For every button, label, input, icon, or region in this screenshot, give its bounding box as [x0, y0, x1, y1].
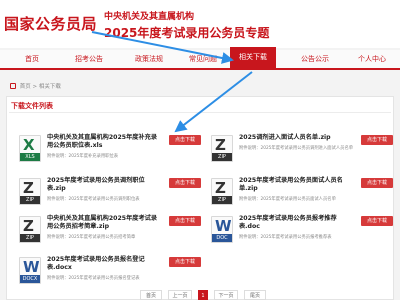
file-name[interactable]: 2025年度考试录用公务员调剂职位表.zip	[47, 177, 159, 193]
file-description: 附件说明：2025年度考试录用公务员招考简章	[47, 235, 136, 240]
nav-item-downloads[interactable]: 相关下载	[230, 47, 276, 68]
breadcrumb-home[interactable]: 首页	[20, 84, 31, 90]
pagination-prev[interactable]: 上一页	[168, 290, 192, 300]
file-item: W DOC 2025年度考试录用公务员报考推荐表.doc 附件说明：2025年度考…	[207, 214, 393, 254]
nav-item-home[interactable]: 首页	[12, 50, 52, 68]
file-description: 附件说明：2025年度考试录用公务员报名登记表	[47, 276, 140, 281]
home-icon	[10, 83, 16, 89]
header-subtitle: 中央机关及其直属机构	[104, 12, 195, 22]
pagination-last[interactable]: 尾页	[244, 290, 266, 300]
file-name[interactable]: 2025年度考试录用公务员报考推荐表.doc	[239, 215, 351, 231]
file-name[interactable]: 2025年度考试录用公务员报名登记表.docx	[47, 256, 159, 272]
download-panel: 下载文件列表 X XLS 中央机关及其直属机构2025年度补充录用公务员职位表.x…	[6, 96, 394, 300]
download-button[interactable]: 点击下载	[169, 135, 201, 145]
main-nav: 首页 招考公告 政策法规 常见问题 相关下载 公告公示 个人中心	[0, 47, 400, 70]
breadcrumb-separator: >	[32, 84, 38, 90]
header-title: 2025年度考试录用公务员专题	[104, 26, 270, 40]
panel-divider	[9, 112, 391, 113]
nav-item-announcements[interactable]: 招考公告	[64, 50, 114, 68]
breadcrumb: 首页 > 相关下载	[10, 82, 61, 90]
file-name[interactable]: 中央机关及其直属机构2025年度补充录用公务员职位表.xls	[47, 134, 159, 150]
zip-file-icon: Z ZIP	[211, 178, 233, 205]
zip-file-icon: Z ZIP	[19, 216, 41, 243]
download-button[interactable]: 点击下载	[361, 178, 393, 188]
download-button[interactable]: 点击下载	[169, 216, 201, 226]
file-name[interactable]: 2025调剂进入面试人员名单.zip	[239, 134, 351, 142]
nav-item-faq[interactable]: 常见问题	[180, 50, 226, 68]
zip-file-icon: Z ZIP	[19, 178, 41, 205]
word-file-icon: W DOCX	[19, 257, 41, 284]
file-name[interactable]: 2025年度考试录用公务员面试人员名单.zip	[239, 177, 351, 193]
file-description: 附件说明：2025年度考试录用公务员报考推荐表	[239, 235, 332, 240]
pagination-next[interactable]: 下一页	[214, 290, 238, 300]
pagination-first[interactable]: 首页	[140, 290, 162, 300]
file-name[interactable]: 中央机关及其直属机构2025年度考试录用公务员招考简章.zip	[47, 215, 159, 231]
zip-file-icon: Z ZIP	[211, 135, 233, 162]
file-item: X XLS 中央机关及其直属机构2025年度补充录用公务员职位表.xls 附件说明…	[15, 133, 201, 173]
nav-item-personal-center[interactable]: 个人中心	[348, 50, 396, 68]
site-header: 国家公务员局 中央机关及其直属机构 2025年度考试录用公务员专题	[0, 0, 400, 48]
file-description: 附件说明：2025年度考试录用公务员调剂职位表	[47, 197, 140, 202]
file-item: Z ZIP 2025年度考试录用公务员面试人员名单.zip 附件说明：2025年度…	[207, 176, 393, 216]
nav-item-notices[interactable]: 公告公示	[290, 50, 340, 68]
pagination-current[interactable]: 1	[198, 290, 208, 300]
word-file-icon: W DOC	[211, 216, 233, 243]
file-description: 附件说明：2025年度补充录用职位表	[47, 154, 119, 159]
file-item: Z ZIP 2025调剂进入面试人员名单.zip 附件说明：2025年度考试录用公…	[207, 133, 393, 173]
file-item: W DOCX 2025年度考试录用公务员报名登记表.docx 附件说明：2025年…	[15, 255, 201, 295]
site-logo[interactable]: 国家公务员局	[4, 13, 97, 34]
file-item: Z ZIP 中央机关及其直属机构2025年度考试录用公务员招考简章.zip 附件说…	[15, 214, 201, 254]
panel-title: 下载文件列表	[11, 102, 53, 110]
download-button[interactable]: 点击下载	[169, 257, 201, 267]
download-button[interactable]: 点击下载	[361, 216, 393, 226]
xls-file-icon: X XLS	[19, 135, 41, 162]
download-button[interactable]: 点击下载	[169, 178, 201, 188]
nav-item-policies[interactable]: 政策法规	[124, 50, 174, 68]
file-item: Z ZIP 2025年度考试录用公务员调剂职位表.zip 附件说明：2025年度考…	[15, 176, 201, 216]
breadcrumb-current: 相关下载	[38, 84, 61, 90]
download-button[interactable]: 点击下载	[361, 135, 393, 145]
file-description: 附件说明：2025年度考试录用公务员调剂进入面试人员名单	[239, 146, 354, 151]
file-description: 附件说明：2025年度考试录用公务员面试人员名单	[239, 197, 336, 202]
